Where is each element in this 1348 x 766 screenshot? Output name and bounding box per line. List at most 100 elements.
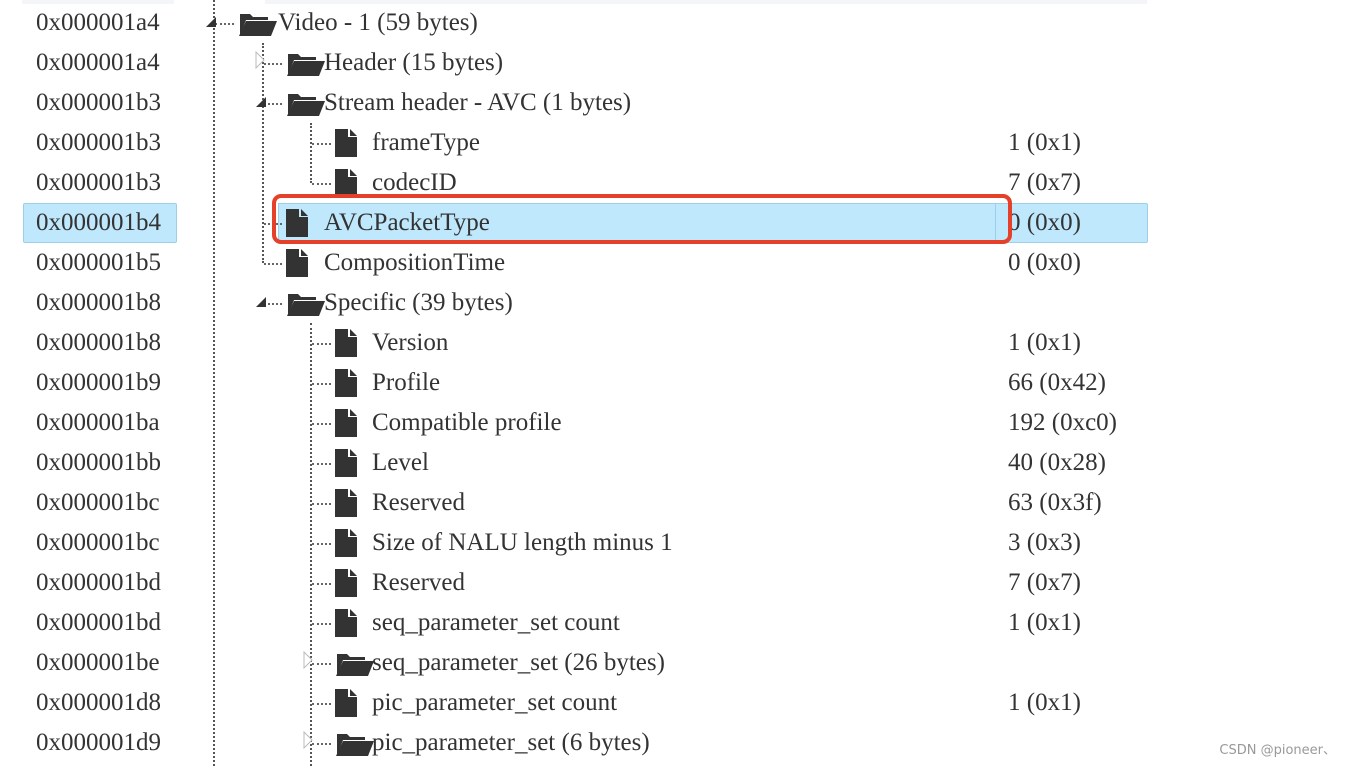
tree-connector	[312, 183, 331, 185]
collapsed-arrow-icon[interactable]	[303, 730, 313, 754]
tree-connector	[312, 463, 331, 465]
file-icon	[286, 249, 308, 282]
folder-open-icon	[286, 91, 326, 122]
offset-cell: 0x000001b4	[36, 209, 161, 236]
field-value: 0 (0x0)	[1008, 209, 1081, 236]
tree-row[interactable]: 0x000001d8 pic_parameter_set count 1 (0x1)	[0, 683, 1348, 723]
tree-row[interactable]: 0x000001a4 Header (15 bytes)	[0, 43, 1348, 83]
file-icon	[335, 569, 357, 602]
offset-cell: 0x000001bc	[36, 529, 160, 556]
offset-cell: 0x000001b8	[36, 289, 161, 316]
offset-cell: 0x000001b8	[36, 329, 161, 356]
tree-row[interactable]: 0x000001b3 frameType 1 (0x1)	[0, 123, 1348, 163]
file-icon	[335, 449, 357, 482]
tree-row[interactable]: 0x000001a4 Video - 1 (59 bytes)	[0, 3, 1348, 43]
tree-connector	[312, 423, 331, 425]
field-name: Video - 1 (59 bytes)	[278, 9, 478, 36]
tree-row[interactable]: 0x000001d9 pic_parameter_set (6 bytes)	[0, 723, 1348, 763]
tree-row[interactable]: 0x000001b8 Specific (39 bytes)	[0, 283, 1348, 323]
tree-connector	[312, 703, 331, 705]
tree-row[interactable]: 0x000001bd seq_parameter_set count 1 (0x1)	[0, 603, 1348, 643]
offset-cell: 0x000001bd	[36, 569, 161, 596]
field-name: Stream header - AVC (1 bytes)	[324, 89, 632, 116]
file-icon	[335, 129, 357, 162]
tree-row[interactable]: 0x000001be seq_parameter_set (26 bytes)	[0, 643, 1348, 683]
tree-connector	[312, 583, 331, 585]
field-value: 192 (0xc0)	[1008, 409, 1117, 436]
offset-cell: 0x000001a4	[36, 49, 160, 76]
annotation-highlight-box	[272, 194, 1012, 244]
file-icon	[335, 369, 357, 402]
folder-open-icon	[286, 291, 326, 322]
tree-row[interactable]: 0x000001b5 CompositionTime 0 (0x0)	[0, 243, 1348, 283]
field-name: Version	[372, 329, 449, 356]
field-name: frameType	[372, 129, 480, 156]
field-name: seq_parameter_set (26 bytes)	[372, 649, 665, 676]
field-value: 3 (0x3)	[1008, 529, 1081, 556]
offset-cell: 0x000001bd	[36, 609, 161, 636]
field-value: 1 (0x1)	[1008, 689, 1081, 716]
field-name: Size of NALU length minus 1	[372, 529, 673, 556]
expanded-arrow-icon[interactable]	[255, 295, 267, 313]
expanded-arrow-icon[interactable]	[255, 95, 267, 113]
tree-row[interactable]: 0x000001bc Size of NALU length minus 1 3 (…	[0, 523, 1348, 563]
field-name: Header (15 bytes)	[324, 49, 504, 76]
offset-cell: 0x000001bc	[36, 489, 160, 516]
watermark: CSDN @pioneer、	[1219, 743, 1336, 758]
tree-connector	[312, 383, 331, 385]
tree-connector	[312, 143, 331, 145]
field-value: 7 (0x7)	[1008, 569, 1081, 596]
tree-row[interactable]: 0x000001bc Reserved 63 (0x3f)	[0, 483, 1348, 523]
folder-open-icon	[335, 731, 375, 762]
offset-cell: 0x000001ba	[36, 409, 160, 436]
field-value: 0 (0x0)	[1008, 249, 1081, 276]
field-name: Specific (39 bytes)	[324, 289, 513, 316]
tree-connector	[312, 663, 331, 665]
folder-open-icon	[238, 11, 278, 42]
folder-open-icon	[286, 51, 326, 82]
file-icon	[335, 689, 357, 722]
field-value: 1 (0x1)	[1008, 329, 1081, 356]
tree-connector	[264, 263, 282, 265]
expanded-arrow-icon[interactable]	[205, 15, 217, 33]
file-icon	[335, 609, 357, 642]
tree-connector	[312, 503, 331, 505]
collapsed-arrow-icon[interactable]	[303, 650, 313, 674]
file-icon	[335, 409, 357, 442]
offset-cell: 0x000001b3	[36, 129, 161, 156]
tree-row[interactable]: 0x000001b3 Stream header - AVC (1 bytes)	[0, 83, 1348, 123]
field-value: 40 (0x28)	[1008, 449, 1106, 476]
offset-cell: 0x000001b3	[36, 169, 161, 196]
field-name: seq_parameter_set count	[372, 609, 620, 636]
offset-cell: 0x000001d8	[36, 689, 161, 716]
file-icon	[335, 529, 357, 562]
offset-cell: 0x000001b3	[36, 89, 161, 116]
field-name: pic_parameter_set (6 bytes)	[372, 729, 650, 756]
collapsed-arrow-icon[interactable]	[255, 50, 265, 74]
offset-cell: 0x000001bb	[36, 449, 161, 476]
tree-connector	[264, 63, 282, 65]
field-value: 7 (0x7)	[1008, 169, 1081, 196]
offset-cell: 0x000001b9	[36, 369, 161, 396]
offset-cell: 0x000001b5	[36, 249, 161, 276]
field-value: 66 (0x42)	[1008, 369, 1106, 396]
field-name: Reserved	[372, 569, 466, 596]
tree-row[interactable]: 0x000001b8 Version 1 (0x1)	[0, 323, 1348, 363]
offset-cell: 0x000001d9	[36, 729, 161, 756]
tree-row[interactable]: 0x000001ba Compatible profile 192 (0xc0)	[0, 403, 1348, 443]
field-name: Level	[372, 449, 429, 476]
file-icon	[335, 329, 357, 362]
field-name: Profile	[372, 369, 441, 396]
field-value: 1 (0x1)	[1008, 129, 1081, 156]
field-value: 1 (0x1)	[1008, 609, 1081, 636]
offset-cell: 0x000001be	[36, 649, 160, 676]
tree-row[interactable]: 0x000001b9 Profile 66 (0x42)	[0, 363, 1348, 403]
tree-connector	[215, 23, 234, 25]
field-name: Reserved	[372, 489, 466, 516]
tree-row[interactable]: 0x000001bb Level 40 (0x28)	[0, 443, 1348, 483]
tree-row[interactable]: 0x000001bd Reserved 7 (0x7)	[0, 563, 1348, 603]
field-name: pic_parameter_set count	[372, 689, 618, 716]
file-icon	[335, 489, 357, 522]
field-name: Compatible profile	[372, 409, 562, 436]
field-name: CompositionTime	[324, 249, 506, 276]
